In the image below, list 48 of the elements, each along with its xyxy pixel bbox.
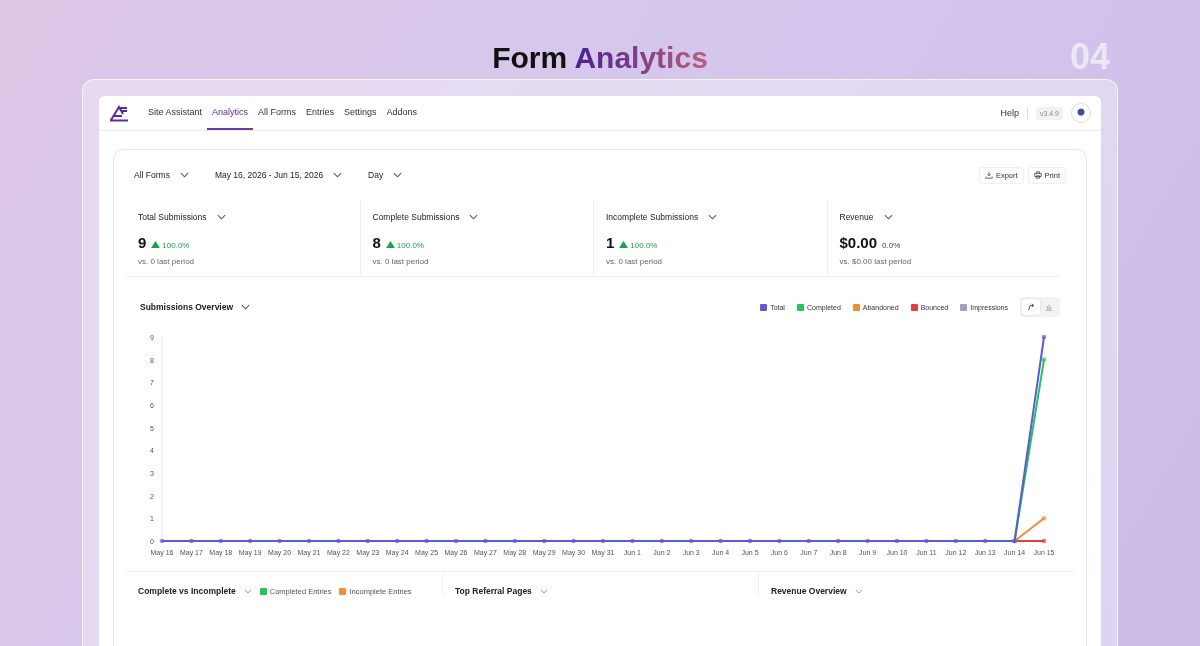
filter-dropdown[interactable]: May 16, 2026 - Jun 15, 2026	[214, 170, 343, 180]
panel-title: Complete vs Incomplete	[138, 586, 236, 596]
up-triangle-icon	[619, 241, 629, 248]
stat-label: Total Submissions	[138, 212, 207, 222]
chevron-down-icon[interactable]	[883, 214, 893, 220]
nav-tab[interactable]: Site Assistant	[143, 96, 208, 130]
chevron-down-icon	[179, 172, 189, 178]
comparison-text: vs. 0 last period	[606, 257, 664, 266]
comparison-text: vs. 0 last period	[138, 257, 196, 266]
chevron-down-icon	[393, 172, 403, 178]
avatar[interactable]	[1071, 103, 1091, 123]
nav-tab[interactable]: Entries	[301, 96, 340, 130]
download-icon	[984, 171, 993, 179]
filter-dropdown[interactable]: All Forms	[134, 170, 189, 180]
nav-tab[interactable]: Addons	[381, 96, 423, 130]
stat-value: 9	[138, 234, 147, 251]
chevron-down-icon[interactable]	[216, 214, 226, 220]
stat-value: $0.00	[839, 234, 878, 251]
panel-title: Revenue Overview	[771, 586, 847, 596]
stat-value: 1	[606, 234, 615, 251]
up-triangle-icon	[385, 241, 395, 248]
bar-chart-icon	[1045, 303, 1053, 311]
stat-value: 8	[372, 234, 381, 251]
stat-change: 100.0%	[630, 241, 658, 250]
stat-label: Incomplete Submissions	[606, 212, 699, 222]
logo-icon	[109, 104, 129, 122]
chart-title: Submissions Overview	[140, 302, 234, 312]
chevron-down-icon[interactable]	[469, 214, 479, 220]
stat-change: 100.0%	[396, 241, 424, 250]
nav-tab[interactable]: All Forms	[253, 96, 302, 130]
panel-title: Top Referral Pages	[455, 586, 532, 596]
chevron-down-icon[interactable]	[708, 214, 718, 220]
stat-change: 100.0%	[162, 241, 190, 250]
filter-dropdown[interactable]: Day	[368, 170, 403, 180]
nav-tab[interactable]: Settings	[339, 96, 382, 130]
nav-tab[interactable]: Analytics	[207, 96, 254, 130]
chevron-down-icon[interactable]	[241, 304, 251, 310]
line-chart-icon	[1027, 303, 1035, 311]
line-chart-button[interactable]	[1022, 299, 1040, 315]
stat-change: 0.0%	[882, 241, 901, 250]
printer-icon	[1033, 171, 1042, 179]
stat-label: Complete Submissions	[372, 212, 460, 222]
stat-label: Revenue	[839, 212, 874, 222]
help-link[interactable]: Help	[1000, 108, 1019, 118]
chevron-down-icon	[333, 172, 343, 178]
comparison-text: vs. $0.00 last period	[839, 257, 913, 266]
comparison-text: vs. 0 last period	[372, 257, 430, 266]
up-triangle-icon	[151, 241, 161, 248]
